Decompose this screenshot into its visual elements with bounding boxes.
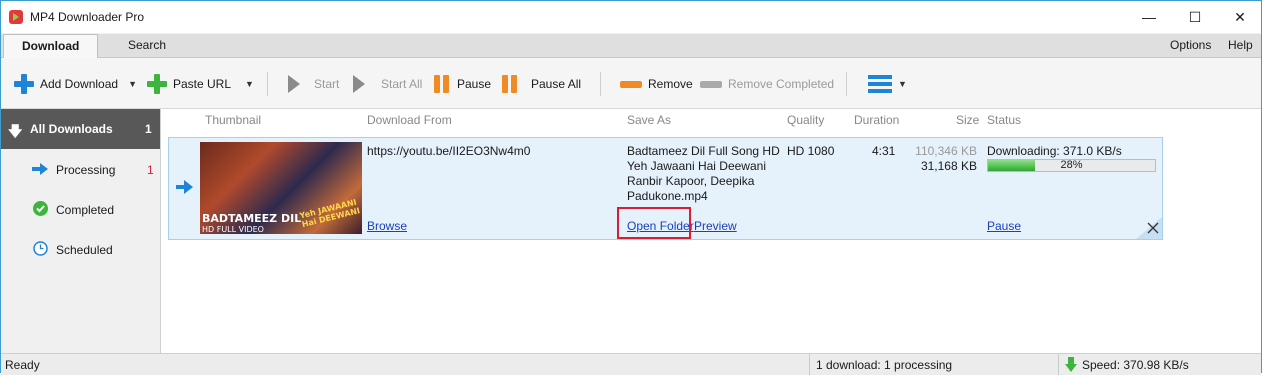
remove-completed-label: Remove Completed: [728, 77, 835, 91]
save-as-line: Yeh Jawaani Hai Deewani: [627, 159, 766, 173]
status-divider: [1058, 354, 1059, 375]
close-button[interactable]: ✕: [1217, 1, 1263, 33]
menu-help[interactable]: Help: [1228, 34, 1253, 57]
app-window: MP4 Downloader Pro — ☐ ✕ Download Search…: [0, 0, 1262, 375]
pause-icon: [433, 75, 451, 93]
status-ready-text: Ready: [5, 358, 40, 372]
column-header-size[interactable]: Size: [956, 113, 979, 127]
start-button[interactable]: Start: [288, 75, 339, 93]
video-thumbnail: BADTAMEEZ DIL HD FULL VIDEO Yeh JAWAANI …: [200, 142, 362, 234]
view-menu-button[interactable]: ▼: [868, 75, 907, 93]
window-title: MP4 Downloader Pro: [30, 10, 145, 24]
thumbnail-title-text: BADTAMEEZ DIL: [202, 212, 302, 225]
start-all-arrow-icon: [353, 75, 365, 93]
paste-url-button[interactable]: Paste URL ▼: [147, 74, 254, 94]
pause-all-label: Pause All: [531, 77, 582, 91]
toolbar-divider: [600, 72, 601, 96]
progress-percent: 28%: [1060, 159, 1083, 171]
pause-link[interactable]: Pause: [987, 219, 1021, 233]
menu-options[interactable]: Options: [1170, 34, 1211, 57]
remove-icon: [620, 80, 642, 88]
column-header-duration[interactable]: Duration: [854, 113, 899, 127]
remove-row-icon[interactable]: [1136, 217, 1162, 239]
toolbar-divider: [267, 72, 268, 96]
column-header-status[interactable]: Status: [987, 113, 1021, 127]
add-download-button[interactable]: Add Download ▼: [14, 74, 137, 94]
toolbar: Add Download ▼ Paste URL ▼ Start Start A…: [1, 58, 1261, 109]
remove-completed-button[interactable]: Remove Completed: [700, 75, 834, 93]
sidebar: 🡇 All Downloads 1 Processing 1 Completed…: [1, 109, 161, 353]
column-header-save-as[interactable]: Save As: [627, 113, 671, 127]
status-text: Downloading: 371.0 KB/s: [987, 144, 1122, 158]
processing-count: 1: [147, 163, 154, 177]
pause-all-button[interactable]: Pause All: [501, 75, 581, 93]
title-bar[interactable]: MP4 Downloader Pro — ☐ ✕: [1, 1, 1261, 33]
start-all-label: Start All: [381, 77, 423, 91]
toolbar-divider: [846, 72, 847, 96]
sidebar-item-completed[interactable]: Completed: [1, 189, 160, 229]
status-downloads-text: 1 download: 1 processing: [816, 358, 953, 372]
remove-button[interactable]: Remove: [620, 75, 693, 93]
sidebar-item-processing[interactable]: Processing 1: [1, 149, 160, 189]
thumbnail-subtitle-text: HD FULL VIDEO: [202, 225, 264, 234]
sidebar-item-all-downloads[interactable]: 🡇 All Downloads 1: [1, 109, 160, 149]
column-header-download-from[interactable]: Download From: [367, 113, 452, 127]
download-speed-icon: [1065, 357, 1077, 372]
paste-add-icon: [147, 74, 167, 94]
quality-value: HD 1080: [787, 144, 835, 158]
menu-bar: Download Search Options Help: [1, 34, 1261, 59]
check-icon: [33, 201, 48, 216]
browse-link[interactable]: Browse: [367, 219, 407, 233]
pause-all-icon: [501, 75, 525, 93]
status-bar: Ready 1 download: 1 processing Speed: 37…: [1, 353, 1261, 375]
tab-search[interactable]: Search: [114, 34, 180, 57]
thumbnail-logo-text: Yeh JAWAANI Hai DEEWANI: [298, 197, 361, 230]
view-menu-dropdown-icon: ▼: [898, 79, 907, 89]
remove-label: Remove: [648, 77, 693, 91]
tab-download[interactable]: Download: [3, 34, 99, 59]
sidebar-item-label: Processing: [56, 163, 116, 177]
status-divider: [809, 354, 810, 375]
start-arrow-icon: [288, 75, 300, 93]
sidebar-item-label: Scheduled: [56, 243, 113, 257]
paste-url-dropdown-icon[interactable]: ▼: [245, 75, 254, 93]
save-as-line: Ranbir Kapoor, Deepika: [627, 174, 755, 188]
clock-icon: [33, 241, 48, 256]
sidebar-header-label: All Downloads: [30, 122, 113, 136]
save-as-filename: Badtameez Dil Full Song HD Yeh Jawaani H…: [627, 144, 780, 204]
sidebar-header-count: 1: [145, 122, 152, 136]
size-total: 110,346 KB: [915, 144, 977, 158]
add-icon: [14, 74, 34, 94]
remove-completed-icon: [700, 80, 722, 88]
download-list: Thumbnail Download From Save As Quality …: [161, 109, 1261, 353]
paste-url-label: Paste URL: [173, 77, 232, 91]
pause-button[interactable]: Pause: [433, 75, 491, 93]
list-menu-icon: [868, 75, 892, 93]
highlight-box: [617, 207, 691, 239]
down-arrow-icon: 🡇: [8, 123, 23, 139]
save-as-line: Badtameez Dil Full Song HD: [627, 144, 780, 158]
duration-value: 4:31: [872, 144, 896, 158]
sidebar-item-label: Completed: [56, 203, 115, 217]
status-speed-text: Speed: 370.98 KB/s: [1082, 358, 1189, 372]
add-download-dropdown-icon[interactable]: ▼: [128, 75, 137, 93]
processing-arrow-icon: [176, 180, 193, 194]
preview-link[interactable]: Preview: [694, 219, 737, 233]
download-url: https://youtu.be/II2EO3Nw4m0: [367, 144, 531, 158]
minimize-button[interactable]: —: [1126, 1, 1172, 33]
start-all-button[interactable]: Start All: [353, 75, 422, 93]
download-progress-bar: 28%: [987, 159, 1156, 172]
app-logo-icon: [9, 10, 23, 24]
maximize-button[interactable]: ☐: [1172, 1, 1218, 33]
sidebar-item-scheduled[interactable]: Scheduled: [1, 229, 160, 269]
column-header-thumbnail[interactable]: Thumbnail: [205, 113, 261, 127]
add-download-label: Add Download: [40, 77, 119, 91]
column-header-quality[interactable]: Quality: [787, 113, 824, 127]
start-label: Start: [314, 77, 340, 91]
pause-label: Pause: [457, 77, 492, 91]
size-downloaded: 31,168 KB: [920, 159, 977, 173]
processing-arrow-icon: [32, 163, 48, 175]
save-as-line: Padukone.mp4: [627, 189, 708, 203]
